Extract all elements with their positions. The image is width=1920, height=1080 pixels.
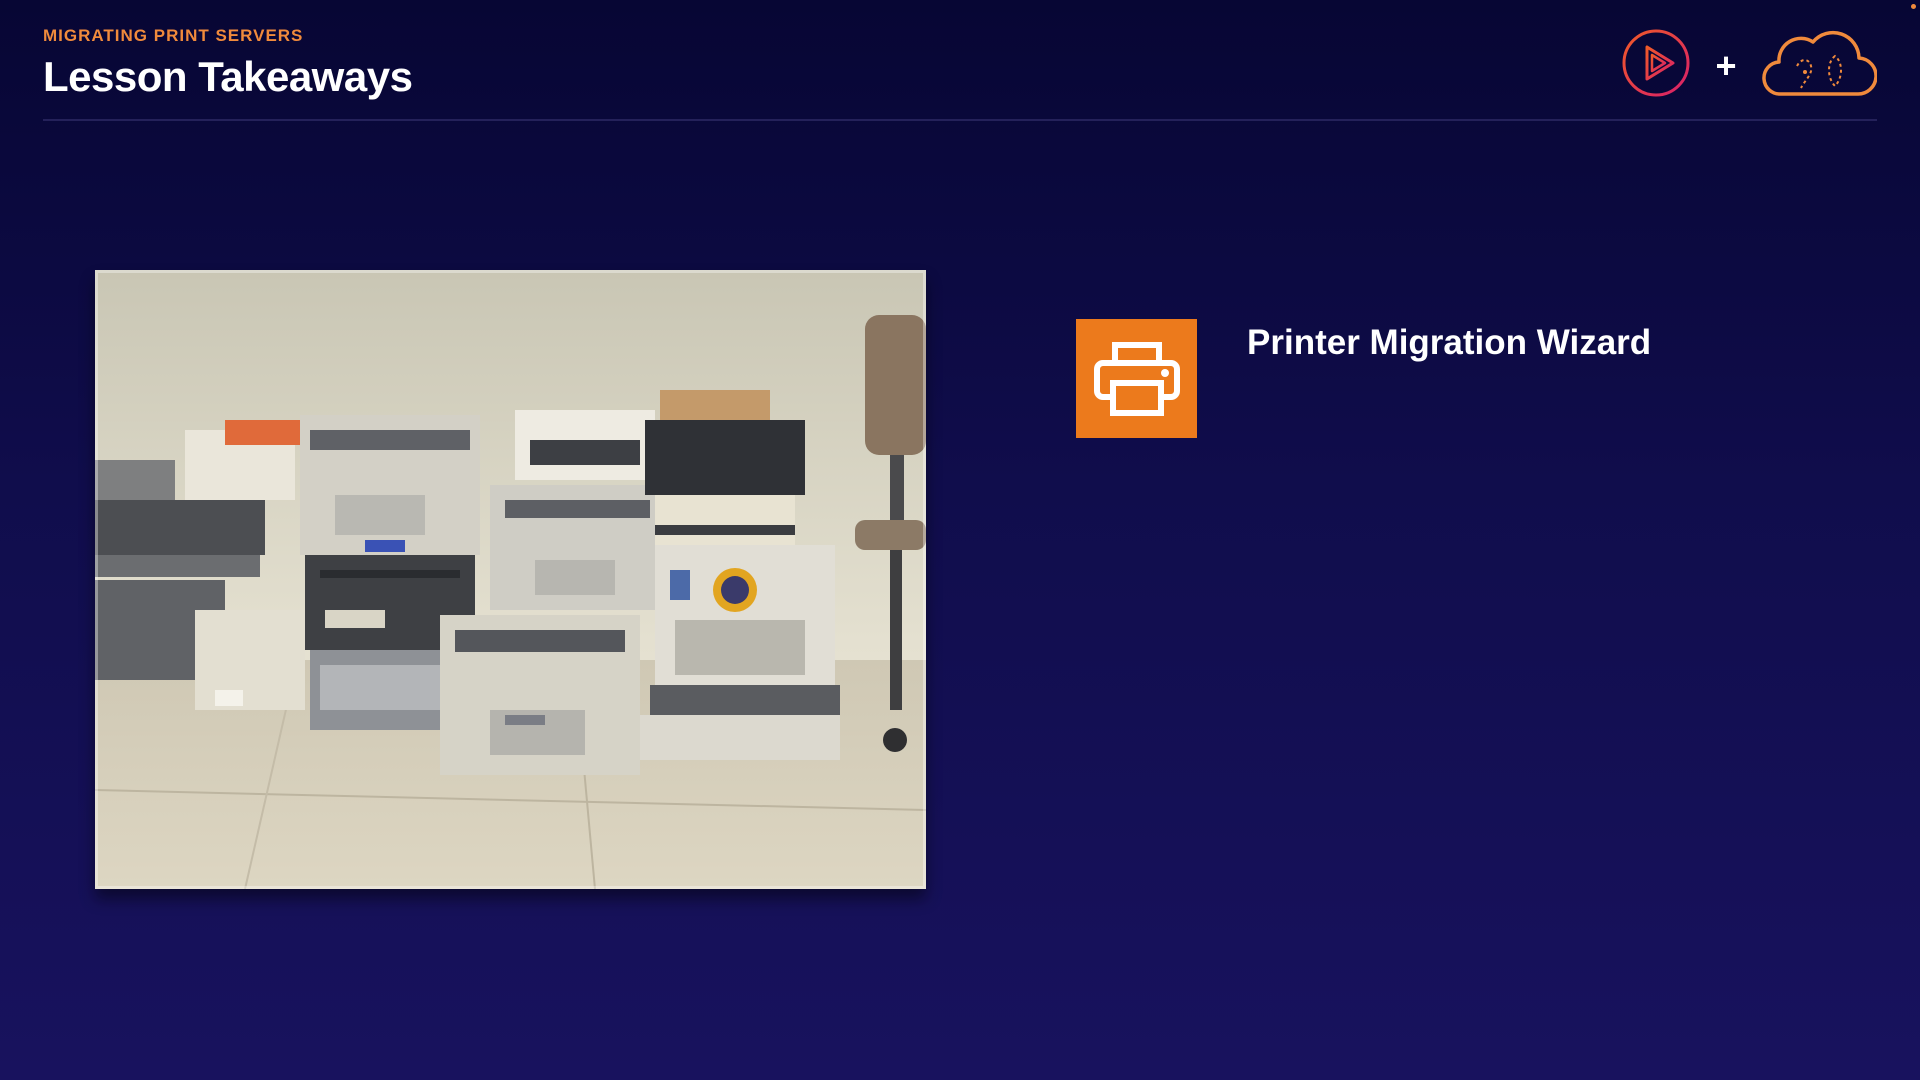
plus-sign: + (1715, 44, 1737, 86)
brand-logos: + (1621, 28, 1878, 103)
cloud-logo-icon (1761, 28, 1878, 103)
printer-icon (1076, 319, 1197, 438)
section-eyebrow: MIGRATING PRINT SERVERS (43, 26, 304, 45)
play-circle-logo-icon (1621, 28, 1691, 103)
printers-photo (95, 270, 926, 889)
slide-header: MIGRATING PRINT SERVERS Lesson Takeaways (43, 24, 413, 102)
page-title: Lesson Takeaways (43, 53, 413, 100)
header-divider (43, 119, 1877, 121)
corner-dot (1911, 4, 1916, 9)
takeaway-label: Printer Migration Wizard (1247, 323, 1652, 362)
